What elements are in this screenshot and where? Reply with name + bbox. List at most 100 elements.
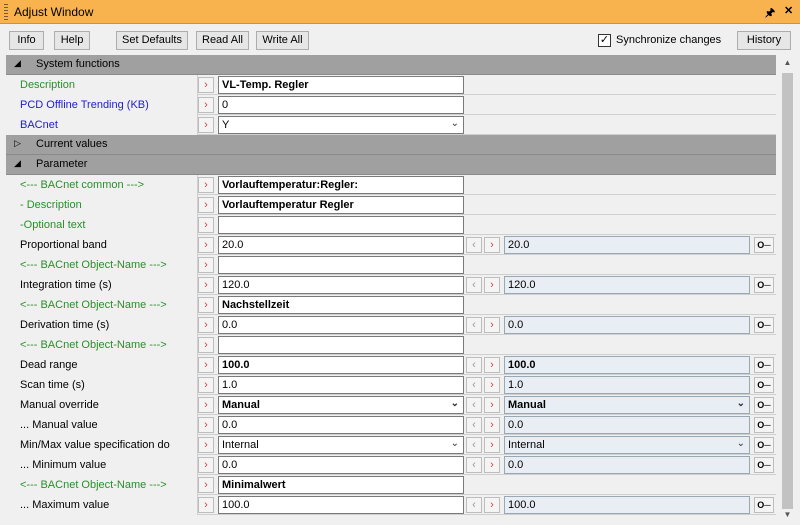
arrow-left-icon[interactable]: ‹: [466, 317, 482, 333]
write-arrow-icon[interactable]: ›: [484, 497, 500, 513]
manual-override-controller-select[interactable]: Manual ⌄: [504, 396, 750, 414]
write-arrow-icon[interactable]: ›: [198, 437, 214, 453]
write-arrow-icon[interactable]: ›: [484, 377, 500, 393]
key-icon[interactable]: O─: [754, 457, 774, 473]
scrollbar-thumb[interactable]: [782, 73, 793, 509]
arrow-left-icon[interactable]: ‹: [466, 457, 482, 473]
write-arrow-icon[interactable]: ›: [484, 317, 500, 333]
collapsed-triangle-icon[interactable]: ▷: [14, 138, 21, 149]
arrow-left-icon[interactable]: ‹: [466, 397, 482, 413]
read-all-button[interactable]: Read All: [196, 31, 249, 50]
proportional-band-field[interactable]: 20.0: [218, 236, 464, 254]
key-icon[interactable]: O─: [754, 397, 774, 413]
chevron-down-icon[interactable]: ⌄: [451, 118, 459, 129]
section-current-values[interactable]: ▷ Current values: [6, 135, 776, 155]
write-arrow-icon[interactable]: ›: [198, 297, 214, 313]
write-arrow-icon[interactable]: ›: [198, 77, 214, 93]
arrow-left-icon[interactable]: ‹: [466, 417, 482, 433]
minimum-value-field[interactable]: 0.0: [218, 456, 464, 474]
expanded-triangle-icon[interactable]: ◢: [14, 158, 21, 169]
key-icon[interactable]: O─: [754, 417, 774, 433]
chevron-down-icon[interactable]: ⌄: [451, 438, 459, 449]
arrow-left-icon[interactable]: ‹: [466, 357, 482, 373]
parameter-description-field[interactable]: Vorlauftemperatur Regler: [218, 196, 464, 214]
write-arrow-icon[interactable]: ›: [198, 217, 214, 233]
write-arrow-icon[interactable]: ›: [484, 417, 500, 433]
chevron-down-icon[interactable]: ⌄: [451, 398, 459, 409]
write-arrow-icon[interactable]: ›: [198, 197, 214, 213]
write-arrow-icon[interactable]: ›: [484, 357, 500, 373]
chevron-down-icon[interactable]: ⌄: [737, 438, 745, 449]
write-all-button[interactable]: Write All: [256, 31, 309, 50]
write-arrow-icon[interactable]: ›: [484, 437, 500, 453]
write-arrow-icon[interactable]: ›: [198, 277, 214, 293]
manual-override-select[interactable]: Manual ⌄: [218, 396, 464, 414]
derivation-time-field[interactable]: 0.0: [218, 316, 464, 334]
dead-range-field[interactable]: 100.0: [218, 356, 464, 374]
section-system-functions[interactable]: ◢ System functions: [6, 55, 776, 75]
section-parameter[interactable]: ◢ Parameter: [6, 155, 776, 175]
arrow-left-icon[interactable]: ‹: [466, 437, 482, 453]
write-arrow-icon[interactable]: ›: [484, 457, 500, 473]
write-arrow-icon[interactable]: ›: [198, 317, 214, 333]
object-name-field[interactable]: Nachstellzeit: [218, 296, 464, 314]
write-arrow-icon[interactable]: ›: [484, 237, 500, 253]
description-field[interactable]: VL-Temp. Regler: [218, 76, 464, 94]
set-defaults-button[interactable]: Set Defaults: [116, 31, 188, 50]
help-button[interactable]: Help: [54, 31, 90, 50]
write-arrow-icon[interactable]: ›: [198, 417, 214, 433]
checkmark-icon[interactable]: ✓: [598, 34, 611, 47]
object-name-field[interactable]: [218, 336, 464, 354]
write-arrow-icon[interactable]: ›: [484, 397, 500, 413]
row-parameter-description: - Description › Vorlauftemperatur Regler: [6, 195, 776, 215]
minmax-spec-select[interactable]: Internal ⌄: [218, 436, 464, 454]
arrow-left-icon[interactable]: ‹: [466, 377, 482, 393]
write-arrow-icon[interactable]: ›: [198, 337, 214, 353]
write-arrow-icon[interactable]: ›: [198, 477, 214, 493]
expanded-triangle-icon[interactable]: ◢: [14, 58, 21, 69]
key-icon[interactable]: O─: [754, 237, 774, 253]
toolbar: Info Help Set Defaults Read All Write Al…: [0, 25, 800, 55]
scroll-down-icon[interactable]: ▼: [779, 507, 796, 523]
arrow-left-icon[interactable]: ‹: [466, 497, 482, 513]
vertical-scrollbar[interactable]: ▲ ▼: [779, 55, 796, 523]
info-button[interactable]: Info: [9, 31, 44, 50]
bacnet-common-field[interactable]: Vorlauftemperatur:Regler:: [218, 176, 464, 194]
manual-value-field[interactable]: 0.0: [218, 416, 464, 434]
key-icon[interactable]: O─: [754, 377, 774, 393]
write-arrow-icon[interactable]: ›: [198, 377, 214, 393]
arrow-left-icon[interactable]: ‹: [466, 277, 482, 293]
key-icon[interactable]: O─: [754, 437, 774, 453]
write-arrow-icon[interactable]: ›: [198, 257, 214, 273]
write-arrow-icon[interactable]: ›: [198, 237, 214, 253]
key-icon[interactable]: O─: [754, 317, 774, 333]
integration-time-field[interactable]: 120.0: [218, 276, 464, 294]
chevron-down-icon[interactable]: ⌄: [737, 398, 745, 409]
bacnet-select[interactable]: Y ⌄: [218, 116, 464, 134]
history-button[interactable]: History: [737, 31, 791, 50]
pin-icon[interactable]: 🖈: [765, 4, 775, 23]
close-icon[interactable]: ✕: [784, 4, 793, 17]
key-icon[interactable]: O─: [754, 357, 774, 373]
write-arrow-icon[interactable]: ›: [198, 497, 214, 513]
minmax-spec-controller-select[interactable]: Internal ⌄: [504, 436, 750, 454]
row-bacnet-object-name: <--- BACnet Object-Name ---> ›: [6, 255, 776, 275]
maximum-value-field[interactable]: 100.0: [218, 496, 464, 514]
scan-time-field[interactable]: 1.0: [218, 376, 464, 394]
object-name-field[interactable]: Minimalwert: [218, 476, 464, 494]
object-name-field[interactable]: [218, 256, 464, 274]
write-arrow-icon[interactable]: ›: [198, 457, 214, 473]
arrow-left-icon[interactable]: ‹: [466, 237, 482, 253]
drag-grip-icon[interactable]: [4, 4, 8, 20]
optional-text-field[interactable]: [218, 216, 464, 234]
write-arrow-icon[interactable]: ›: [198, 397, 214, 413]
key-icon[interactable]: O─: [754, 497, 774, 513]
scroll-up-icon[interactable]: ▲: [779, 55, 796, 71]
write-arrow-icon[interactable]: ›: [484, 277, 500, 293]
key-icon[interactable]: O─: [754, 277, 774, 293]
pcd-trending-field[interactable]: 0: [218, 96, 464, 114]
write-arrow-icon[interactable]: ›: [198, 117, 214, 133]
write-arrow-icon[interactable]: ›: [198, 97, 214, 113]
write-arrow-icon[interactable]: ›: [198, 357, 214, 373]
write-arrow-icon[interactable]: ›: [198, 177, 214, 193]
